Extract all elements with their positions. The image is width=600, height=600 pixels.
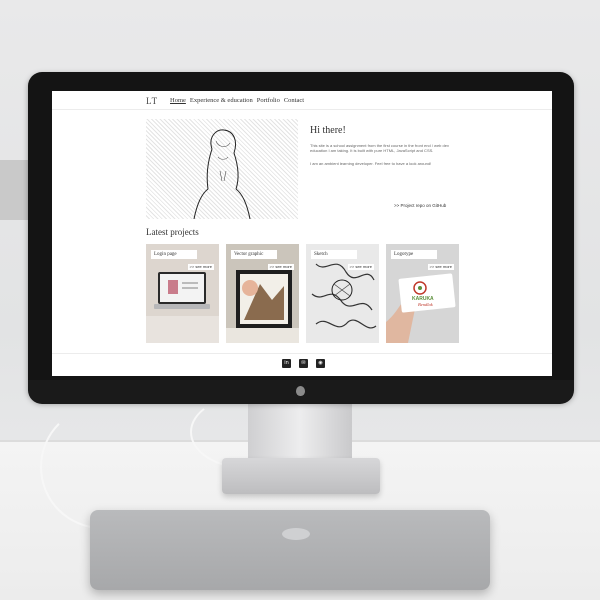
project-card-logotype[interactable]: KARUKA Bendlak Logotype >> see more bbox=[386, 244, 459, 343]
project-card-title: Sketch bbox=[311, 250, 357, 259]
hero-heading: Hi there! bbox=[310, 125, 346, 136]
laptop-logo-icon bbox=[282, 528, 310, 540]
see-more-link[interactable]: >> see more bbox=[267, 264, 294, 270]
hero-intro: This site is a school assignment from th… bbox=[310, 143, 460, 173]
project-card-title: Login page bbox=[151, 250, 197, 259]
linkedin-icon[interactable]: in bbox=[282, 359, 291, 368]
project-card-login[interactable]: Login page >> see more bbox=[146, 244, 219, 343]
apple-logo-icon bbox=[296, 386, 305, 396]
nav-item-contact[interactable]: Contact bbox=[284, 97, 304, 104]
project-card-vector[interactable]: Vector graphic >> see more bbox=[226, 244, 299, 343]
see-more-link[interactable]: >> see more bbox=[347, 264, 374, 270]
see-more-link[interactable]: >> see more bbox=[427, 264, 454, 270]
projects-grid: Login page >> see more Vector graphic >>… bbox=[146, 244, 460, 343]
laptop bbox=[90, 510, 490, 590]
project-card-sketch[interactable]: Sketch >> see more bbox=[306, 244, 379, 343]
intro-paragraph-2: I am an ambient learning developer. Feel… bbox=[310, 160, 432, 166]
project-card-title: Logotype bbox=[391, 250, 437, 259]
logotype-card-tagline: Bendlak bbox=[418, 302, 433, 307]
latest-projects-heading: Latest projects bbox=[146, 227, 199, 237]
nav-menu: Home Experience & education Portfolio Co… bbox=[170, 97, 304, 104]
navbar: LT Home Experience & education Portfolio… bbox=[52, 91, 552, 110]
see-more-link[interactable]: >> see more bbox=[187, 264, 214, 270]
monitor-stand-neck bbox=[248, 402, 352, 460]
portrait-drawing-icon bbox=[193, 129, 251, 219]
nav-item-portfolio[interactable]: Portfolio bbox=[257, 97, 280, 104]
nav-item-experience[interactable]: Experience & education bbox=[190, 97, 253, 104]
mail-icon[interactable]: ✉ bbox=[299, 359, 308, 368]
intro-paragraph-1: This site is a school assignment from th… bbox=[310, 143, 449, 154]
social-links: in ✉ ◉ bbox=[282, 359, 325, 368]
footer-divider bbox=[52, 353, 552, 354]
project-repo-link[interactable]: >> Project repo on GitHub bbox=[394, 203, 446, 208]
github-icon[interactable]: ◉ bbox=[316, 359, 325, 368]
monitor-stand-base bbox=[222, 458, 380, 494]
project-card-title: Vector graphic bbox=[231, 250, 277, 259]
website-screen: LT Home Experience & education Portfolio… bbox=[52, 91, 552, 376]
site-logo[interactable]: LT bbox=[146, 96, 158, 106]
nav-item-home[interactable]: Home bbox=[170, 97, 186, 104]
hero-portrait-sketch bbox=[146, 119, 298, 219]
